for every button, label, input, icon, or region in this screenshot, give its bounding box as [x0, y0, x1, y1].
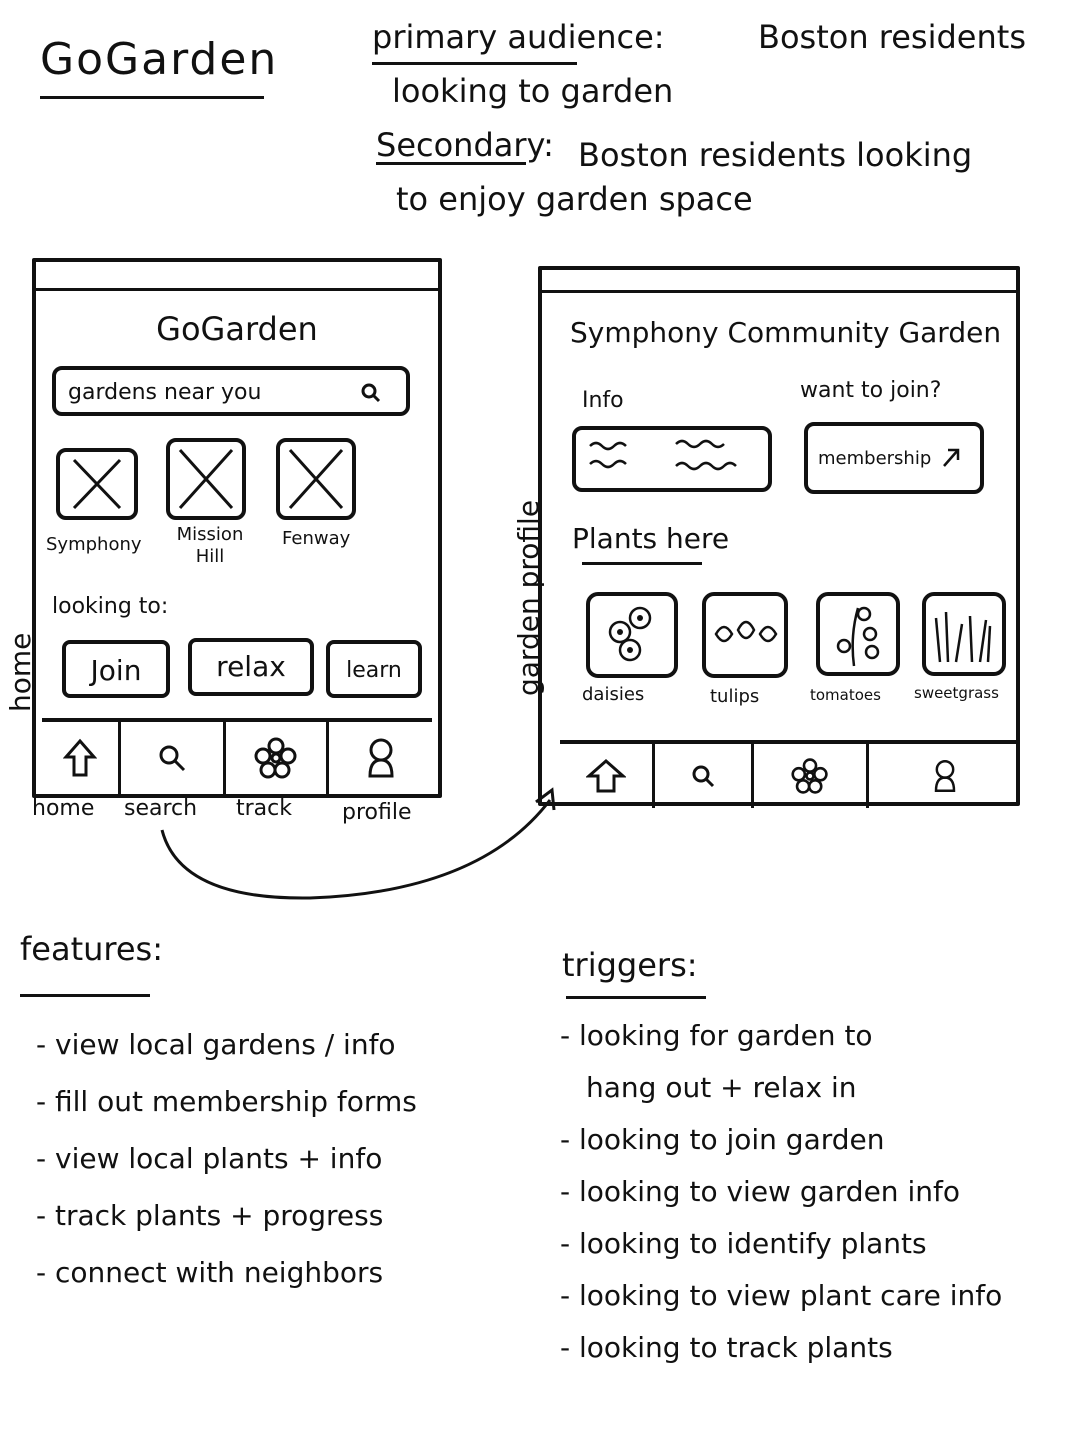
nav-caption-home: home — [32, 796, 95, 821]
trigger-item: - looking to view plant care info — [560, 1279, 1003, 1312]
garden-search-bar[interactable]: gardens near you — [52, 366, 410, 416]
image-placeholder-icon — [288, 448, 344, 510]
membership-button[interactable]: membership — [804, 422, 984, 494]
nav-profile-tab[interactable] — [869, 744, 1020, 808]
secondary-audience-label: Secondary: — [376, 126, 554, 164]
feature-item: - connect with neighbors — [36, 1256, 384, 1289]
trigger-item: - looking for garden to — [560, 1019, 873, 1052]
person-icon — [367, 738, 394, 778]
search-icon — [692, 765, 715, 788]
membership-label: membership — [818, 448, 932, 469]
home-arrow-icon — [586, 758, 626, 793]
feature-item: - fill out membership forms — [36, 1085, 417, 1118]
profile-garden-title: Symphony Community Garden — [570, 316, 1002, 349]
features-underline — [20, 994, 150, 997]
feature-item: - view local gardens / info — [36, 1028, 396, 1061]
profile-status-bar-divider — [542, 290, 1016, 293]
plant-card-daisies[interactable] — [586, 592, 678, 678]
trigger-item: - looking to track plants — [560, 1331, 893, 1364]
trigger-item: hang out + relax in — [586, 1071, 857, 1104]
want-to-join-label: want to join? — [800, 378, 942, 403]
garden-label-fenway: Fenway — [282, 528, 351, 549]
flower-icon — [791, 758, 828, 794]
garden-label-mission: Mission — [176, 524, 244, 545]
plants-here-underline — [582, 562, 702, 565]
garden-thumbnail-fenway[interactable] — [276, 438, 356, 520]
plant-label-tomatoes: tomatoes — [810, 686, 881, 704]
home-arrow-icon — [63, 738, 97, 777]
secondary-audience-text-1: Boston residents looking — [578, 136, 973, 174]
join-button[interactable]: Join — [62, 640, 170, 698]
relax-button-label: relax — [216, 650, 286, 683]
app-title: GoGarden — [40, 34, 279, 85]
home-screen-title: GoGarden — [156, 310, 318, 348]
feature-item: - view local plants + info — [36, 1142, 383, 1175]
flower-icon — [254, 737, 297, 779]
primary-audience-text-2: looking to garden — [392, 72, 674, 110]
learn-button-label: learn — [346, 658, 402, 683]
primary-audience-text-1: Boston residents — [758, 18, 1026, 56]
join-button-label: Join — [90, 654, 142, 687]
trigger-item: - looking to identify plants — [560, 1227, 927, 1260]
profile-screen-frame: Symphony Community Garden Info want to j… — [538, 266, 1020, 808]
plant-label-tulips: tulips — [710, 686, 760, 707]
search-icon[interactable] — [360, 382, 382, 404]
plant-label-sweetgrass: sweetgrass — [914, 684, 999, 702]
home-status-bar-divider — [36, 288, 438, 291]
triggers-heading: triggers: — [562, 946, 698, 984]
title-underline — [40, 96, 264, 99]
info-label: Info — [582, 388, 624, 413]
search-icon — [159, 745, 186, 772]
tulip-icon — [714, 620, 778, 643]
nav-track-tab[interactable] — [754, 744, 869, 808]
features-heading: features: — [20, 930, 163, 968]
garden-label-hill: Hill — [195, 546, 225, 567]
looking-to-label: looking to: — [52, 594, 169, 619]
image-placeholder-icon — [178, 448, 234, 510]
nav-home-tab[interactable] — [42, 722, 121, 794]
search-placeholder: gardens near you — [68, 380, 262, 405]
profile-bottom-nav — [560, 740, 1020, 808]
daisy-icon — [608, 606, 652, 662]
trigger-item: - looking to join garden — [560, 1123, 885, 1156]
home-screen-frame: GoGarden gardens near you Symphony Missi… — [32, 258, 442, 798]
garden-thumbnail-mission-hill[interactable] — [166, 438, 246, 520]
plant-card-sweetgrass[interactable] — [922, 592, 1006, 676]
flow-arrow — [160, 787, 556, 900]
trigger-item: - looking to view garden info — [560, 1175, 960, 1208]
plants-here-label: Plants here — [572, 522, 730, 555]
info-card[interactable] — [572, 426, 772, 492]
secondary-audience-text-2: to enjoy garden space — [396, 180, 753, 218]
learn-button[interactable]: learn — [326, 640, 422, 698]
triggers-list: - looking for garden to hang out + relax… — [560, 1010, 1002, 1374]
plant-card-tulips[interactable] — [702, 592, 788, 678]
primary-audience-label: primary audience: — [372, 18, 665, 56]
garden-thumbnail-symphony[interactable] — [56, 448, 138, 520]
nav-home-tab[interactable] — [560, 744, 655, 808]
plant-label-daisies: daisies — [582, 684, 645, 705]
grass-icon — [934, 611, 992, 663]
garden-label-symphony: Symphony — [46, 534, 142, 555]
image-placeholder-icon — [72, 458, 122, 510]
external-link-arrow-icon — [940, 446, 962, 470]
tomato-vine-icon — [836, 606, 880, 667]
primary-label-underline — [372, 62, 577, 65]
triggers-underline — [566, 996, 706, 999]
plant-card-tomatoes[interactable] — [816, 592, 900, 676]
nav-search-tab[interactable] — [655, 744, 754, 808]
secondary-label-underline — [376, 162, 526, 165]
feature-item: - track plants + progress — [36, 1199, 384, 1232]
relax-button[interactable]: relax — [188, 638, 314, 696]
info-text-squiggle — [589, 439, 737, 471]
person-icon — [934, 760, 955, 792]
features-list: - view local gardens / info - fill out m… — [36, 1016, 417, 1301]
